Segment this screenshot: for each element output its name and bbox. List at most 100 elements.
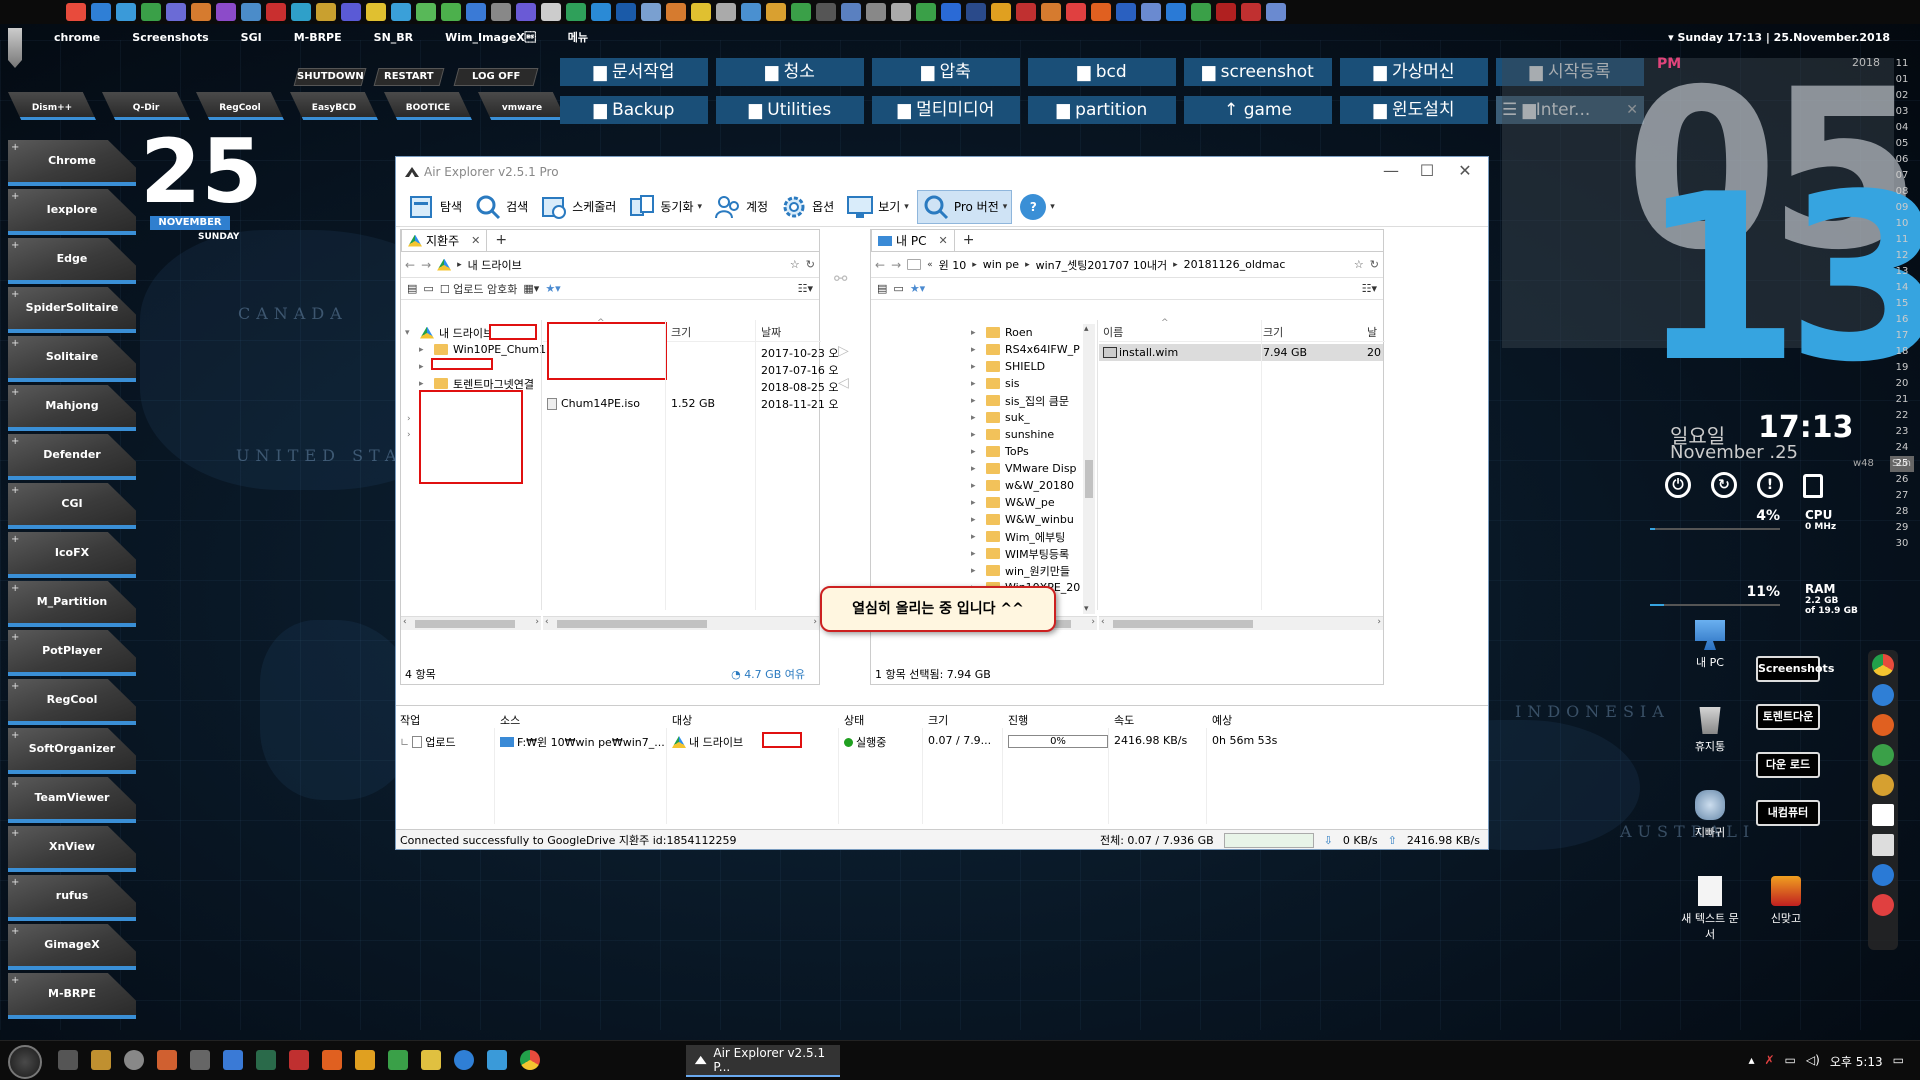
tab-my-pc[interactable]: 내 PC ✕ [871, 229, 955, 251]
queue-col-target[interactable]: 대상 [672, 712, 692, 728]
side-item-iexplore[interactable]: + Iexplore [8, 189, 136, 235]
app-icon[interactable] [816, 3, 836, 21]
scroll-thumb[interactable] [557, 620, 707, 628]
queue-col-task[interactable]: 작업 [400, 712, 420, 728]
col-size[interactable]: 크기 [671, 324, 691, 340]
app-icon[interactable] [1091, 3, 1111, 21]
help-button[interactable]: ? ▾ [1016, 190, 1059, 224]
app-icon[interactable] [355, 1050, 375, 1070]
app-icon[interactable] [791, 3, 811, 21]
app-icon[interactable] [766, 3, 786, 21]
clover-icon[interactable] [1872, 744, 1894, 766]
tree-row[interactable]: ▸ w&W_20180 [971, 477, 1080, 494]
close-tab-icon[interactable]: ✕ [471, 234, 480, 247]
scroll-left-icon[interactable]: ‹ [1101, 617, 1105, 627]
copy-right-icon[interactable]: ▷ [838, 343, 849, 359]
side-item-solitaire[interactable]: + Solitaire [8, 336, 136, 382]
ie-icon[interactable] [91, 3, 111, 21]
tree-row[interactable]: ▸ win_원키만들 [971, 562, 1080, 579]
launch-vmware[interactable]: vmware [478, 92, 566, 120]
tray-expand-icon[interactable]: ▴ [1748, 1053, 1754, 1070]
menu-item-snbr[interactable]: SN_BR [360, 31, 427, 44]
tree-row[interactable]: ▸ W&W_winbu [971, 511, 1080, 528]
clover-icon[interactable] [141, 3, 161, 21]
queue-col-size[interactable]: 크기 [928, 712, 948, 728]
list-hscrollbar[interactable]: ‹ › [1099, 616, 1383, 630]
overflow-icon[interactable]: « [927, 260, 933, 270]
queue-col-eta[interactable]: 예상 [1212, 712, 1232, 728]
app-icon[interactable] [641, 3, 661, 21]
file-row[interactable]: Chum14PE.iso 1.52 GB 2018-11-21 오 [543, 395, 839, 412]
side-item-xnview[interactable]: + XnView [8, 826, 136, 872]
folder-icon[interactable]: ▭ [423, 282, 433, 295]
edge-icon[interactable] [116, 3, 136, 21]
tree-vscrollbar[interactable]: ▴ ▾ [1083, 324, 1095, 614]
queue-col-state[interactable]: 상태 [844, 712, 864, 728]
tree-row[interactable]: ▸ Roen [971, 324, 1080, 341]
chrome-icon[interactable] [520, 1050, 540, 1070]
app-icon[interactable] [441, 3, 461, 21]
app-icon[interactable] [616, 3, 636, 21]
side-item-mbrpe[interactable]: + M-BRPE [8, 973, 136, 1019]
folder-screenshot[interactable]: ▆ screenshot [1184, 58, 1332, 86]
app-icon[interactable] [941, 3, 961, 21]
options-button[interactable]: 옵션 [776, 190, 838, 224]
app-icon[interactable] [966, 3, 986, 21]
app-icon[interactable] [1066, 3, 1086, 21]
col-date[interactable]: 날짜 [761, 324, 781, 340]
launch-bootice[interactable]: BOOTICE [384, 92, 472, 120]
app-icon[interactable] [366, 3, 386, 21]
side-item-cgi[interactable]: + CGI [8, 483, 136, 529]
account-button[interactable]: 계정 [710, 190, 772, 224]
app-icon[interactable] [666, 3, 686, 21]
shutdown-button[interactable]: SHUTDOWN [293, 68, 367, 86]
side-item-regcool[interactable]: + RegCool [8, 679, 136, 725]
star-icon[interactable]: ☆ [1354, 258, 1364, 271]
shortcut-mycomputer[interactable]: 내컴퓨터 [1756, 800, 1820, 826]
launch-qdir[interactable]: Q-Dir [102, 92, 190, 120]
grid-icon[interactable] [190, 1050, 210, 1070]
side-item-rufus[interactable]: + rufus [8, 875, 136, 921]
side-item-teamviewer[interactable]: + TeamViewer [8, 777, 136, 823]
network-icon[interactable]: ▭ [1785, 1053, 1796, 1070]
maximize-button[interactable]: ☐ [1410, 161, 1444, 180]
back-arrow-icon[interactable]: ← [875, 258, 885, 272]
link-icon[interactable]: ⚯ [834, 269, 847, 288]
side-item-defender[interactable]: + Defender [8, 434, 136, 480]
app-icon[interactable] [416, 3, 436, 21]
app-icon[interactable] [1241, 3, 1261, 21]
app-icon[interactable] [1141, 3, 1161, 21]
app-icon[interactable] [1041, 3, 1061, 21]
folder-game[interactable]: ↑ game [1184, 96, 1332, 124]
side-item-potplayer[interactable]: + PotPlayer [8, 630, 136, 676]
file-row-selected[interactable]: install.wim 7.94 GB 20 [1099, 344, 1383, 361]
breadcrumb-item[interactable]: 윈 10 [939, 257, 967, 273]
desktop-icon-mypc[interactable]: 내 PC [1680, 620, 1740, 670]
scheduler-button[interactable]: 스케줄러 [536, 190, 620, 224]
side-item-gimagex[interactable]: + GimageX [8, 924, 136, 970]
shortcut-torrent[interactable]: 토렌트다운 [1756, 704, 1820, 730]
launch-dism[interactable]: Dism++ [8, 92, 96, 120]
app-icon[interactable] [1872, 774, 1894, 796]
queue-task[interactable]: ∟ 업로드 [400, 734, 456, 750]
tree-row[interactable]: ▸ suk_ [971, 409, 1080, 426]
app-icon[interactable] [541, 3, 561, 21]
shortcut-download[interactable]: 다운 로드 [1756, 752, 1820, 778]
app-icon[interactable] [391, 3, 411, 21]
chrome-icon[interactable] [1872, 654, 1894, 676]
minimize-button[interactable]: — [1374, 161, 1408, 180]
tree-row[interactable]: ▸ SHIELD [971, 358, 1080, 375]
new-folder-icon[interactable]: ▤ [407, 282, 417, 295]
close-tab-icon[interactable]: ✕ [938, 234, 947, 247]
tree-row[interactable]: ▸ sunshine [971, 426, 1080, 443]
side-item-softorganizer[interactable]: + SoftOrganizer [8, 728, 136, 774]
queue-col-speed[interactable]: 속도 [1114, 712, 1134, 728]
edge-icon[interactable] [487, 1050, 507, 1070]
star-icon[interactable]: ★▾ [910, 282, 925, 295]
app-icon[interactable] [1872, 714, 1894, 736]
app-icon[interactable] [241, 3, 261, 21]
app-icon[interactable] [516, 3, 536, 21]
view-mode-icon[interactable]: ☷▾ [1362, 282, 1377, 295]
app-icon[interactable] [891, 3, 911, 21]
folder-bcd[interactable]: ▆ bcd [1028, 58, 1176, 86]
